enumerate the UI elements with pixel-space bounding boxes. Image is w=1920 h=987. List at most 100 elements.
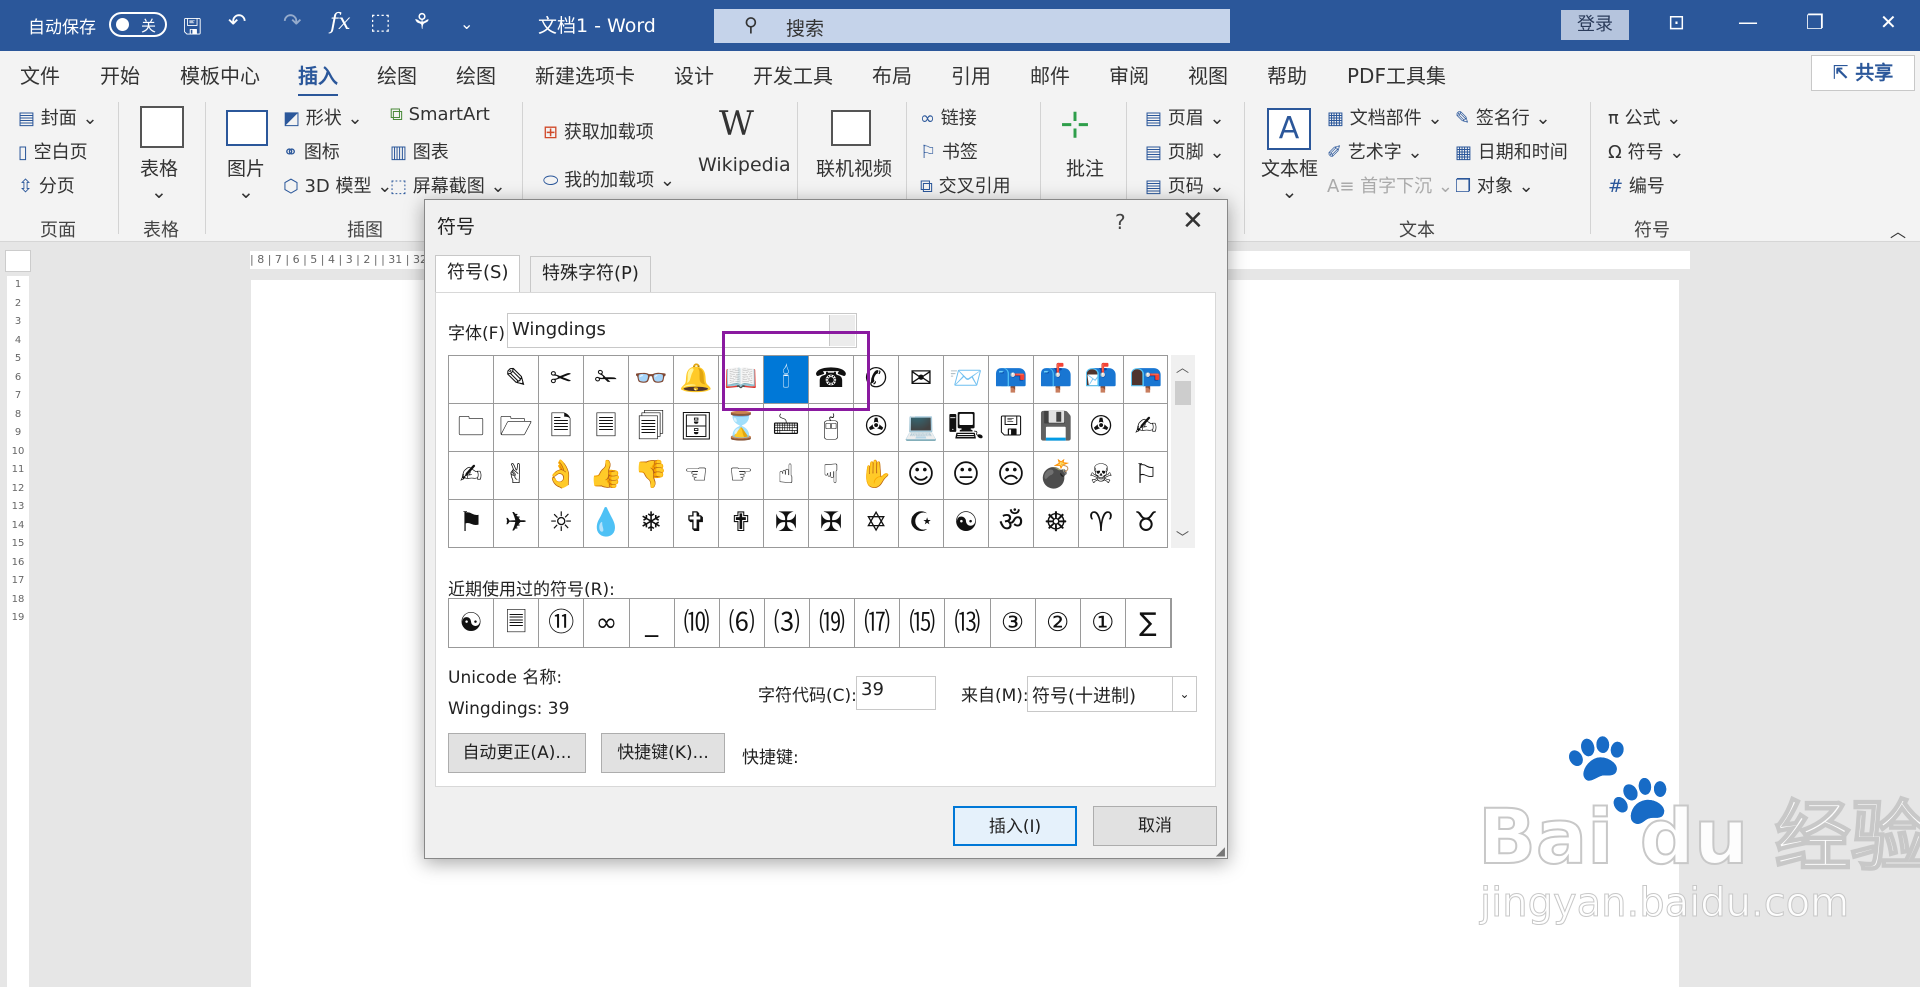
symbol-cell[interactable]: ✈ <box>494 500 539 547</box>
ribbon-display-icon[interactable]: ⊡ <box>1668 10 1685 34</box>
symbol-cell[interactable]: ☠ <box>1079 452 1124 500</box>
symbol-cell[interactable]: 🗎 <box>539 404 584 452</box>
symbol-cell[interactable]: 🖳 <box>944 404 989 452</box>
textbox-button[interactable]: 文本框 ⌄ <box>1261 154 1318 203</box>
header-button[interactable]: ▤ 页眉 ⌄ <box>1145 104 1225 130</box>
scroll-down-icon[interactable]: ﹀ <box>1176 527 1189 546</box>
cancel-button[interactable]: 取消 <box>1093 806 1217 846</box>
recent-symbol-cell[interactable]: ③ <box>991 599 1036 647</box>
symbol-cell[interactable]: 📫 <box>1034 356 1079 404</box>
symbol-cell[interactable]: ✡ <box>854 500 899 547</box>
wordart-button[interactable]: ✐ 艺术字 ⌄ <box>1327 138 1423 164</box>
symbol-cell[interactable]: ✁ <box>584 356 629 404</box>
symbol-cell[interactable]: ☸ <box>1034 500 1079 547</box>
recent-symbol-cell[interactable]: ⑹ <box>720 599 765 647</box>
tab-special-chars[interactable]: 特殊字符(P) <box>530 256 651 292</box>
chevron-down-icon[interactable]: ⌄ <box>1172 677 1196 711</box>
scroll-up-icon[interactable]: ︿ <box>1176 357 1189 376</box>
symbol-cell[interactable] <box>449 356 494 404</box>
comment-button[interactable]: 批注 <box>1066 154 1104 181</box>
symbol-cell[interactable]: 👓 <box>629 356 674 404</box>
tab-file[interactable]: 文件 <box>20 60 60 89</box>
symbol-cell[interactable]: ☜ <box>674 452 719 500</box>
symbol-cell[interactable]: ☞ <box>719 452 764 500</box>
tree-icon[interactable]: ⚘ <box>412 10 432 35</box>
symbol-cell[interactable]: ☟ <box>809 452 854 500</box>
symbol-cell[interactable]: 😐 <box>944 452 989 500</box>
customize-icon[interactable]: ⌄ <box>460 14 473 33</box>
symbol-cell[interactable]: 👎 <box>629 452 674 500</box>
signature-line-button[interactable]: ✎ 签名行 ⌄ <box>1455 104 1551 130</box>
symbol-cell[interactable]: ⚐ <box>1124 452 1167 500</box>
tab-mailings[interactable]: 邮件 <box>1030 60 1070 89</box>
symbol-cell[interactable]: 👌 <box>539 452 584 500</box>
help-icon[interactable]: ? <box>1115 210 1126 234</box>
3d-model-button[interactable]: ⬡ 3D 模型 ⌄ <box>283 172 392 198</box>
symbol-cell[interactable]: ✞ <box>674 500 719 547</box>
my-addins-button[interactable]: ⬭ 我的加载项 ⌄ <box>543 166 675 192</box>
symbol-cell[interactable]: ✉ <box>899 356 944 404</box>
charcode-input[interactable]: 39 <box>856 676 936 710</box>
symbol-cell[interactable]: 💧 <box>584 500 629 547</box>
symbol-button[interactable]: Ω 符号 ⌄ <box>1608 138 1684 164</box>
vertical-ruler[interactable]: 1 2 3 4 5 6 7 8 9 10 11 12 13 14 15 16 17 18 19 <box>7 276 29 987</box>
symbol-cell[interactable]: ☺ <box>899 452 944 500</box>
share-button[interactable]: ⇱ 共享 <box>1811 55 1915 91</box>
redo-icon[interactable]: ↷ <box>283 10 301 35</box>
autosave-toggle[interactable]: 关 <box>109 12 167 37</box>
symbol-cell[interactable]: ॐ <box>989 500 1034 547</box>
recent-symbol-cell[interactable]: ⒆ <box>810 599 856 647</box>
equation-button[interactable]: π 公式 ⌄ <box>1608 104 1681 130</box>
save-icon[interactable]: 🖫 <box>183 10 202 48</box>
tab-template[interactable]: 模板中心 <box>180 60 260 89</box>
symbol-cell[interactable]: ✇ <box>1079 404 1124 452</box>
recent-symbol-cell[interactable]: ∞ <box>584 599 630 647</box>
undo-icon[interactable]: ↶ <box>228 10 246 35</box>
picture-button[interactable]: 图片 ⌄ <box>227 154 265 203</box>
shortcut-key-button[interactable]: 快捷键(K)... <box>601 733 725 773</box>
bookmark-button[interactable]: ⚐ 书签 <box>920 138 978 164</box>
recent-symbol-cell[interactable]: ⒂ <box>900 599 946 647</box>
symbol-cell[interactable]: ✇ <box>854 404 899 452</box>
tab-layout[interactable]: 布局 <box>872 60 912 89</box>
from-select[interactable]: 符号(十进制) ⌄ <box>1027 676 1197 712</box>
symbol-cell[interactable]: 💾 <box>1034 404 1079 452</box>
symbol-cell[interactable]: ❄ <box>629 500 674 547</box>
recent-symbol-cell[interactable]: ⑪ <box>539 599 585 647</box>
insert-button[interactable]: 插入(I) <box>953 806 1077 846</box>
tab-symbols[interactable]: 符号(S) <box>435 255 521 293</box>
tab-design[interactable]: 设计 <box>674 60 714 89</box>
crossref-button[interactable]: ⧉ 交叉引用 <box>920 172 1011 198</box>
smartart-button[interactable]: ⧉ SmartArt <box>390 104 490 125</box>
quickparts-button[interactable]: ▦ 文档部件 ⌄ <box>1327 104 1443 130</box>
symbol-cell[interactable]: ✍ <box>1124 404 1167 452</box>
symbol-cell[interactable]: ✂ <box>539 356 584 404</box>
recent-symbol-cell[interactable]: ⒀ <box>945 599 991 647</box>
tab-insert[interactable]: 插入 <box>298 60 338 97</box>
object-button[interactable]: ❐ 对象 ⌄ <box>1455 172 1534 198</box>
footer-button[interactable]: ▤ 页脚 ⌄ <box>1145 138 1225 164</box>
autocorrect-button[interactable]: 自动更正(A)... <box>448 733 586 773</box>
online-video-button[interactable]: 联机视频 <box>816 154 892 181</box>
tab-view[interactable]: 视图 <box>1188 60 1228 89</box>
collapse-ribbon-icon[interactable]: ︿ <box>1890 218 1906 242</box>
formula-icon[interactable]: fx <box>330 10 351 35</box>
screenshot-button[interactable]: ⬚ 屏幕截图 ⌄ <box>390 172 506 198</box>
cover-page-button[interactable]: ▤ 封面 ⌄ <box>18 104 98 130</box>
login-button[interactable]: 登录 <box>1561 10 1629 40</box>
scroll-thumb[interactable] <box>1175 381 1191 405</box>
symbol-cell[interactable]: ✠ <box>764 500 809 547</box>
symbol-cell[interactable]: 📬 <box>1079 356 1124 404</box>
ruler-corner[interactable] <box>5 250 31 272</box>
close-icon[interactable]: ✕ <box>1880 10 1897 34</box>
symbol-cell[interactable]: 📪 <box>989 356 1034 404</box>
symbol-cell[interactable]: 🗄 <box>674 404 719 452</box>
table-button[interactable]: 表格 ⌄ <box>140 154 178 203</box>
tab-references[interactable]: 引用 <box>951 60 991 89</box>
symbol-cell[interactable]: ♉ <box>1124 500 1167 547</box>
get-addins-button[interactable]: ⊞ 获取加载项 <box>543 118 654 144</box>
wikipedia-button[interactable]: Wikipedia <box>698 154 791 176</box>
shapes-button[interactable]: ◩ 形状 ⌄ <box>283 104 363 130</box>
number-button[interactable]: # 编号 <box>1608 172 1665 198</box>
symbol-cell[interactable]: 🗀 <box>449 404 494 452</box>
